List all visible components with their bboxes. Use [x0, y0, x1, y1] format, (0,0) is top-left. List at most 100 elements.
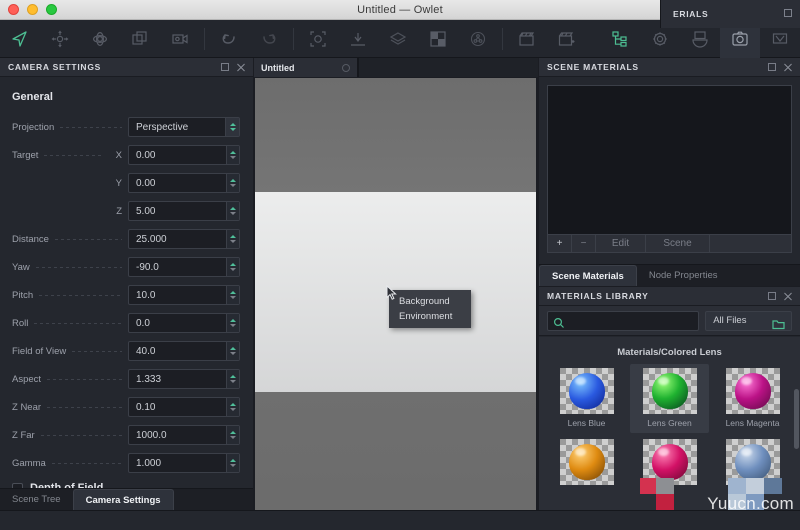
photo-camera-icon — [730, 29, 750, 49]
materials-library-grid-container[interactable]: Materials/Colored Lens Lens Blue Lens Gr… — [539, 337, 800, 530]
row-label: Z Near — [12, 401, 42, 413]
status-bar — [0, 510, 800, 530]
duplicate-tool-button[interactable] — [120, 20, 160, 58]
select-tool-button[interactable] — [0, 20, 40, 58]
chevron-updown-icon[interactable] — [225, 118, 239, 136]
field-value: Perspective — [136, 121, 189, 133]
roll-input[interactable]: 0.0 — [128, 313, 240, 333]
search-input[interactable] — [568, 315, 699, 326]
gamma-input[interactable]: 1.000 — [128, 453, 240, 473]
scene-tree-toggle-button[interactable] — [600, 20, 640, 58]
remove-material-button[interactable]: − — [572, 235, 596, 252]
stepper-icon[interactable] — [226, 454, 239, 472]
target-x-input[interactable]: 0.00 — [128, 145, 240, 165]
viewport-tab-untitled[interactable]: Untitled — [254, 58, 358, 77]
target-z-input[interactable]: 5.00 — [128, 201, 240, 221]
field-value: 10.0 — [136, 289, 156, 301]
material-item[interactable]: Lens Magenta — [713, 364, 792, 433]
maximize-icon[interactable] — [784, 9, 792, 17]
pitch-input[interactable]: 10.0 — [128, 285, 240, 305]
node-graph-button[interactable] — [458, 20, 498, 58]
add-material-button[interactable]: + — [548, 235, 572, 252]
edit-material-button[interactable]: Edit — [596, 235, 646, 252]
undo-arrow-icon — [219, 29, 239, 49]
tab-camera-settings[interactable]: Camera Settings — [72, 489, 174, 510]
context-menu-item-environment[interactable]: Environment — [389, 309, 471, 324]
yaw-input[interactable]: -90.0 — [128, 257, 240, 277]
panel-title: MATERIALS LIBRARY — [547, 291, 649, 301]
field-value: 0.0 — [136, 317, 150, 329]
tab-scene-materials[interactable]: Scene Materials — [539, 265, 637, 286]
z-near-input[interactable]: 0.10 — [128, 397, 240, 417]
projection-select[interactable]: Perspective — [128, 117, 240, 137]
scene-materials-body: + − Edit Scene — [539, 77, 800, 264]
stacked-layers-icon — [388, 29, 408, 49]
stepper-icon[interactable] — [226, 342, 239, 360]
row-label: Z Far — [12, 429, 35, 441]
close-icon[interactable] — [236, 63, 245, 72]
material-item[interactable]: Lens Blue — [547, 364, 626, 433]
material-item[interactable] — [547, 435, 626, 494]
toolbar-group-history — [209, 20, 289, 58]
stepper-icon[interactable] — [226, 286, 239, 304]
distance-input[interactable]: 25.000 — [128, 229, 240, 249]
camera-row-z-far: Z Far 1000.0 — [0, 421, 253, 449]
viewport-3d-canvas[interactable]: Background Environment — [255, 78, 536, 530]
rotate-tool-button[interactable] — [80, 20, 120, 58]
move-tool-button[interactable] — [40, 20, 80, 58]
material-item[interactable] — [630, 435, 709, 494]
stepper-icon[interactable] — [226, 314, 239, 332]
maximize-icon[interactable] — [221, 63, 229, 71]
checker-pattern-button[interactable] — [418, 20, 458, 58]
tab-node-properties[interactable]: Node Properties — [636, 265, 730, 286]
camera-row-field-of-view: Field of View 40.0 — [0, 337, 253, 365]
move-arrows-icon — [50, 29, 70, 49]
close-icon[interactable] — [342, 63, 350, 72]
layers-button[interactable] — [378, 20, 418, 58]
floating-materials-panel-fragment[interactable]: ERIALS — [660, 0, 800, 28]
folder-icon[interactable] — [772, 317, 785, 335]
drop-to-floor-button[interactable] — [338, 20, 378, 58]
tab-scene-tree[interactable]: Scene Tree — [0, 489, 73, 510]
viewport-context-menu[interactable]: Background Environment — [389, 290, 471, 328]
file-filter-dropdown[interactable]: All Files — [705, 310, 792, 331]
maximize-icon[interactable] — [768, 63, 776, 71]
focus-object-button[interactable] — [298, 20, 338, 58]
z-far-input[interactable]: 1000.0 — [128, 425, 240, 445]
aspect-input[interactable]: 1.333 — [128, 369, 240, 389]
stepper-icon[interactable] — [226, 370, 239, 388]
materials-library-search-row: All Files — [539, 306, 800, 336]
stepper-icon[interactable] — [226, 230, 239, 248]
scene-materials-list[interactable] — [547, 85, 792, 235]
materials-library-panel-header: MATERIALS LIBRARY — [539, 287, 800, 306]
scene-material-button[interactable]: Scene — [646, 235, 710, 252]
stepper-icon[interactable] — [226, 174, 239, 192]
redo-button[interactable] — [249, 20, 289, 58]
axis-label: Y — [115, 177, 122, 189]
stepper-icon[interactable] — [226, 202, 239, 220]
material-label: Lens Green — [647, 418, 692, 428]
context-menu-item-background[interactable]: Background — [389, 294, 471, 309]
maximize-icon[interactable] — [768, 292, 776, 300]
materials-library-scrollbar[interactable] — [794, 389, 799, 449]
stepper-icon[interactable] — [226, 398, 239, 416]
render-clip-button[interactable] — [507, 20, 547, 58]
viewport-tab-bar: Untitled — [254, 58, 538, 77]
undo-button[interactable] — [209, 20, 249, 58]
stepper-icon[interactable] — [226, 426, 239, 444]
field-of-view-input[interactable]: 40.0 — [128, 341, 240, 361]
camera-tool-button[interactable] — [160, 20, 200, 58]
stepper-icon[interactable] — [226, 146, 239, 164]
material-item[interactable]: Lens Green — [630, 364, 709, 433]
material-item[interactable] — [713, 435, 792, 494]
toolbar-separator — [204, 27, 205, 50]
close-icon[interactable] — [783, 63, 792, 72]
close-icon[interactable] — [783, 292, 792, 301]
leader-line — [34, 322, 122, 324]
lens-shield-icon — [770, 29, 790, 49]
material-thumbnail — [559, 439, 614, 485]
search-field[interactable] — [547, 310, 700, 331]
target-y-input[interactable]: 0.00 — [128, 173, 240, 193]
stepper-icon[interactable] — [226, 258, 239, 276]
render-clip-add-button[interactable] — [547, 20, 587, 58]
